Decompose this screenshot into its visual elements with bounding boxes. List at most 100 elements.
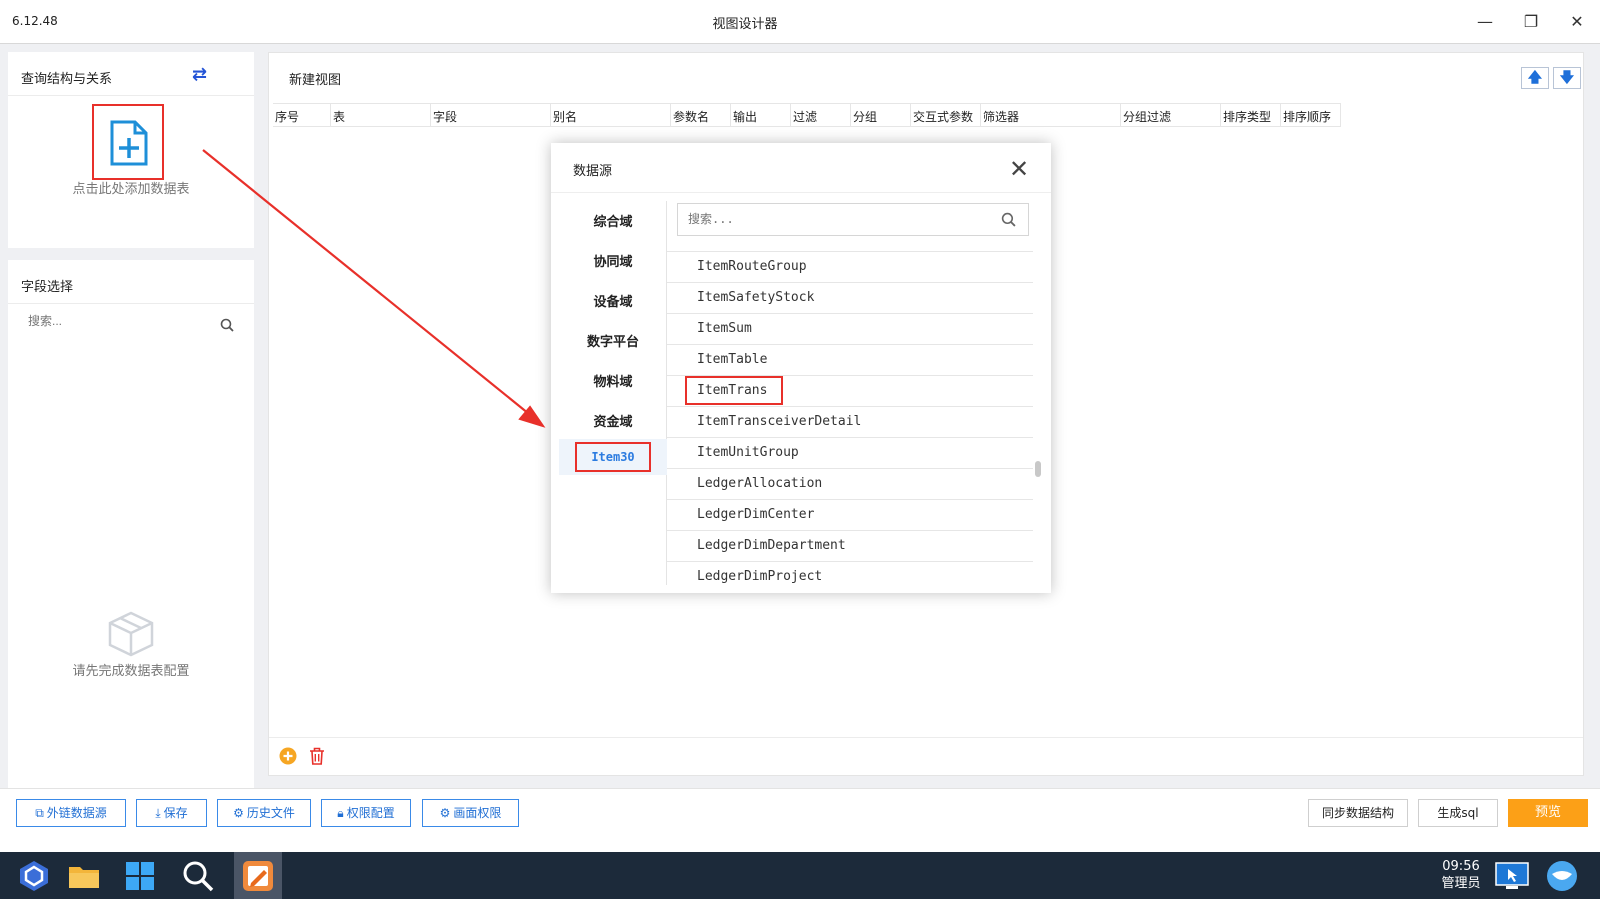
table-header-row: 序号 表 字段 别名 参数名 输出 过滤 分组 交互式参数 筛选器 分组过滤 排…	[273, 103, 1341, 127]
generate-sql-button[interactable]: 生成sql	[1418, 799, 1498, 827]
window-title: 视图设计器	[712, 17, 778, 32]
folder-icon[interactable]	[66, 858, 102, 894]
title-bar: 6.12.48 视图设计器 — ❐ ✕	[0, 0, 1600, 44]
external-datasource-button[interactable]: ⧉ 外链数据源	[16, 799, 126, 827]
column-header[interactable]: 字段	[431, 104, 551, 126]
column-header[interactable]: 参数名	[671, 104, 731, 126]
swap-icon[interactable]: ⇄	[192, 64, 207, 85]
close-button[interactable]: ✕	[1564, 10, 1590, 34]
minimize-button[interactable]: —	[1472, 10, 1498, 34]
nav-item-active[interactable]: Item30	[559, 439, 667, 475]
chat-app-icon[interactable]	[1544, 858, 1580, 894]
footer-divider	[269, 737, 1583, 738]
column-header[interactable]: 排序顺序	[1281, 104, 1341, 126]
list-item[interactable]: ItemUnitGroup	[667, 437, 1033, 468]
add-row-icon[interactable]	[279, 747, 297, 765]
dialog-search	[677, 203, 1029, 236]
history-files-label: 历史文件	[246, 806, 295, 820]
taskbar: 09:56 管理员	[0, 852, 1600, 899]
view-title: 新建视图	[289, 73, 342, 88]
bottom-toolbar: ⧉ 外链数据源 ⤓ 保存 ⚙ 历史文件 🔒︎ 权限配置 ⚙ 画面权限 同步数据结构 生成s…	[0, 788, 1600, 852]
column-header[interactable]: 输出	[731, 104, 791, 126]
list-scrollbar[interactable]	[1035, 461, 1041, 477]
nav-item[interactable]: 综合域	[559, 211, 667, 230]
list-item[interactable]: ItemRouteGroup	[667, 251, 1033, 282]
list-item[interactable]: LedgerDimCenter	[667, 499, 1033, 530]
move-up-button[interactable]: 🡅	[1521, 67, 1549, 89]
list-item[interactable]: ItemSum	[667, 313, 1033, 344]
datasource-list: ItemQtyType ItemRouteGroup ItemSafetySto…	[667, 243, 1033, 585]
query-structure-title: 查询结构与关系	[21, 72, 113, 87]
domain-nav: 综合域 协同域 设备域 数字平台 物料域 资金域 Item30	[559, 201, 667, 585]
screen-permission-label: 画面权限	[453, 806, 502, 820]
nav-item[interactable]: 协同域	[559, 251, 667, 270]
dialog-title: 数据源	[573, 164, 613, 179]
add-table-hint[interactable]: 点击此处添加数据表	[8, 178, 254, 197]
column-header[interactable]: 筛选器	[981, 104, 1121, 126]
field-search	[28, 314, 234, 338]
external-datasource-label: 外链数据源	[46, 806, 107, 820]
column-header[interactable]: 排序类型	[1221, 104, 1281, 126]
history-files-button[interactable]: ⚙ 历史文件	[217, 799, 311, 827]
dialog-header: 数据源 ✕	[551, 143, 1051, 193]
trash-icon[interactable]	[309, 747, 325, 765]
search-icon[interactable]	[1001, 212, 1016, 227]
list-item[interactable]: ItemSafetyStock	[667, 282, 1033, 313]
column-header[interactable]: 序号	[273, 104, 331, 126]
column-header[interactable]: 分组过滤	[1121, 104, 1221, 126]
gears-icon: ⚙	[439, 806, 451, 820]
column-header[interactable]: 分组	[851, 104, 911, 126]
nav-item[interactable]: 设备域	[559, 291, 667, 310]
empty-hint: 请先完成数据表配置	[72, 664, 190, 679]
list-item[interactable]: ItemTable	[667, 344, 1033, 375]
empty-box-icon	[108, 611, 154, 657]
dialog-search-input[interactable]	[688, 212, 988, 226]
download-icon: ⤓	[155, 806, 161, 820]
move-down-button[interactable]: 🡇	[1553, 67, 1581, 89]
list-item-highlighted-label: ItemTrans	[685, 376, 784, 405]
lock-icon: 🔒︎	[337, 806, 344, 820]
add-table-button[interactable]	[92, 104, 164, 180]
designer-app-icon[interactable]	[240, 858, 276, 894]
windows-start-icon[interactable]	[122, 858, 158, 894]
save-button[interactable]: ⤓ 保存	[136, 799, 207, 827]
gear-icon: ⚙	[233, 806, 244, 820]
add-file-icon	[110, 120, 148, 166]
link-icon: ⧉	[35, 806, 44, 820]
field-search-input[interactable]	[28, 314, 208, 328]
search-icon[interactable]	[180, 858, 216, 894]
column-header[interactable]: 表	[331, 104, 431, 126]
remote-desktop-icon[interactable]	[1494, 858, 1530, 894]
permission-config-button[interactable]: 🔒︎ 权限配置	[321, 799, 411, 827]
clock-user: 管理员	[1441, 876, 1481, 891]
taskbar-clock[interactable]: 09:56 管理员	[1432, 858, 1490, 892]
datasource-dialog: 数据源 ✕ 综合域 协同域 设备域 数字平台 物料域 资金域 Item30 It…	[551, 143, 1051, 593]
app-launcher-icon[interactable]	[16, 858, 52, 894]
column-header[interactable]: 过滤	[791, 104, 851, 126]
dialog-close-icon[interactable]: ✕	[1009, 155, 1029, 183]
nav-item[interactable]: 数字平台	[559, 331, 667, 350]
query-structure-header: 查询结构与关系 ⇄	[8, 52, 254, 96]
nav-item-active-label: Item30	[575, 442, 651, 472]
query-structure-panel: 查询结构与关系 ⇄ 点击此处添加数据表	[8, 52, 254, 248]
field-select-header: 字段选择	[8, 260, 254, 304]
preview-button[interactable]: 预览	[1508, 799, 1588, 827]
screen-permission-button[interactable]: ⚙ 画面权限	[422, 799, 519, 827]
sync-structure-button[interactable]: 同步数据结构	[1308, 799, 1408, 827]
list-item[interactable]: ItemTransceiverDetail	[667, 406, 1033, 437]
list-item[interactable]: LedgerDimProject	[667, 561, 1033, 585]
list-item-highlighted[interactable]: ItemTrans	[667, 375, 1033, 406]
field-select-panel: 字段选择 请先完成数据表配置	[8, 260, 254, 840]
nav-item[interactable]: 资金域	[559, 411, 667, 430]
search-icon[interactable]	[220, 318, 234, 332]
list-item[interactable]: LedgerAllocation	[667, 468, 1033, 499]
list-item[interactable]: LedgerDimDepartment	[667, 530, 1033, 561]
restore-button[interactable]: ❐	[1518, 10, 1544, 34]
field-select-title: 字段选择	[21, 280, 74, 295]
column-header[interactable]: 别名	[551, 104, 671, 126]
clock-time: 09:56	[1442, 859, 1480, 874]
nav-item[interactable]: 物料域	[559, 371, 667, 390]
permission-config-label: 权限配置	[346, 806, 395, 820]
column-header[interactable]: 交互式参数	[911, 104, 981, 126]
save-label: 保存	[163, 806, 188, 820]
